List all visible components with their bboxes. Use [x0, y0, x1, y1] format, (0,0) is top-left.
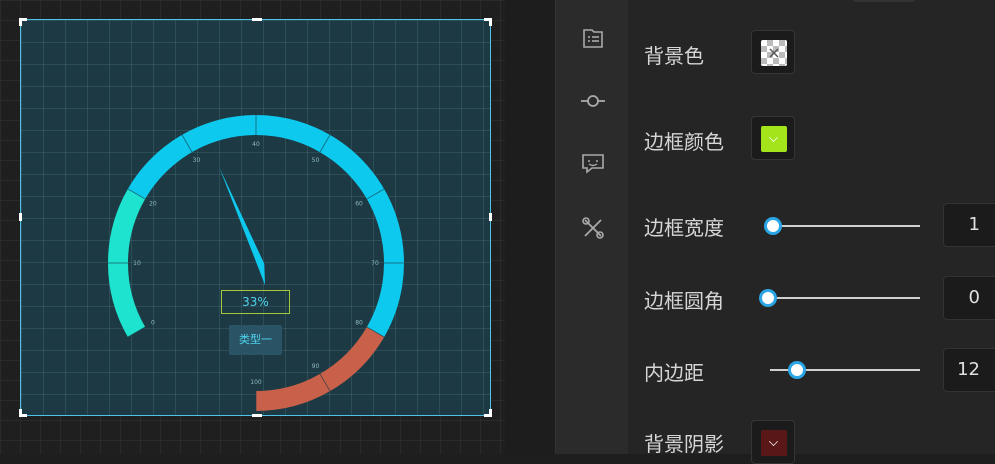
chat-icon[interactable]	[580, 150, 606, 176]
connector-icon[interactable]	[580, 88, 606, 114]
chevron-down-icon	[769, 437, 778, 446]
border-radius-label: 边框圆角	[644, 289, 724, 313]
gauge-tick-label: 90	[312, 363, 320, 370]
gauge-value-readout: 33%	[221, 290, 290, 314]
padding-input[interactable]: 12	[943, 348, 995, 392]
border-width-slider-track[interactable]	[773, 225, 920, 227]
gauge-needle	[219, 167, 265, 285]
gauge-tick-label: 60	[355, 201, 363, 208]
gauge-tick-label: 10	[133, 260, 141, 267]
border-width-input[interactable]: 1	[943, 203, 995, 247]
border-color-picker[interactable]	[751, 116, 795, 160]
border-width-slider-thumb[interactable]	[764, 217, 782, 235]
border-radius-slider-thumb[interactable]	[759, 289, 777, 307]
gauge-tick-label: 80	[355, 320, 363, 327]
clear-color-icon	[769, 48, 779, 58]
gauge-type-label[interactable]: 类型一	[229, 325, 282, 355]
scroll-indicator	[853, 0, 915, 2]
chevron-down-icon	[769, 133, 778, 142]
gauge-tick-label: 70	[371, 260, 379, 267]
list-icon[interactable]	[580, 25, 606, 51]
padding-label: 内边距	[644, 361, 704, 385]
background-color-label: 背景色	[644, 44, 704, 68]
box-shadow-swatch	[761, 430, 787, 456]
editor-canvas[interactable]: 0 10 20 30 40 50 60 70 80 90 100 33% 类型一	[0, 0, 555, 454]
gauge-tick-label: 50	[312, 157, 320, 164]
border-radius-slider-track[interactable]	[768, 297, 920, 299]
gauge-widget[interactable]: 0 10 20 30 40 50 60 70 80 90 100 33% 类型一	[19, 18, 492, 417]
gauge-dial: 0 10 20 30 40 50 60 70 80 90 100	[108, 115, 404, 411]
gauge-tick-label: 100	[250, 379, 262, 386]
box-shadow-picker[interactable]	[751, 420, 795, 464]
gauge-tick-label: 0	[151, 320, 155, 327]
box-shadow-label: 背景阴影	[644, 432, 724, 456]
border-radius-input[interactable]: 0	[943, 276, 995, 320]
panel-divider	[505, 0, 555, 454]
background-color-picker[interactable]	[751, 30, 795, 74]
gauge-tick-label: 40	[252, 141, 260, 148]
checker-swatch	[761, 40, 787, 66]
gauge-tick-label: 20	[149, 201, 157, 208]
border-color-swatch	[761, 126, 787, 152]
border-color-label: 边框颜色	[644, 130, 724, 154]
gauge-tick-label: 30	[193, 157, 201, 164]
property-icon-rail	[555, 0, 629, 454]
padding-slider-thumb[interactable]	[787, 361, 806, 379]
tools-icon[interactable]	[580, 215, 606, 241]
border-width-label: 边框宽度	[644, 216, 724, 240]
properties-panel: 背景色 边框颜色 边框宽度 1 边框圆角 0 内边距 12 背景阴影	[628, 0, 995, 464]
